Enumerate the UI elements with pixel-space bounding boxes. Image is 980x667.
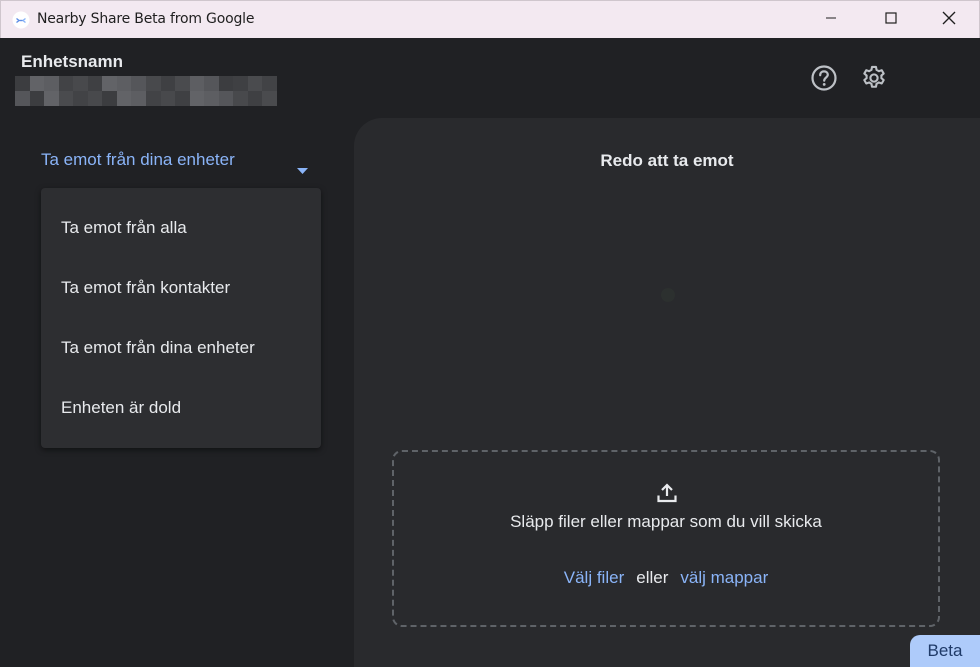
redaction-block — [15, 91, 30, 106]
receive-panel: Redo att ta emot Släpp filer eller mappa… — [354, 118, 980, 667]
redaction-block — [175, 76, 190, 91]
or-text: eller — [636, 568, 669, 587]
choose-files-link[interactable]: Välj filer — [564, 568, 624, 587]
receive-status: Redo att ta emot — [600, 151, 734, 170]
redaction-block — [44, 76, 59, 91]
visibility-dropdown[interactable]: Ta emot från dina enheter — [41, 150, 316, 176]
redaction-block — [73, 76, 88, 91]
redaction-block — [29, 91, 45, 106]
device-name-redacted — [15, 76, 277, 106]
main-area: Enhetsnamn Ta emot från dina enheter Ta … — [0, 38, 980, 667]
redaction-block — [262, 76, 277, 91]
window-title: Nearby Share Beta from Google — [37, 11, 255, 27]
redaction-block — [218, 76, 234, 91]
redaction-block — [160, 91, 176, 106]
redaction-block — [131, 76, 146, 91]
redaction-block — [116, 91, 132, 106]
title-bar: Nearby Share Beta from Google — [0, 0, 980, 38]
redaction-block — [175, 91, 190, 106]
beta-badge: Beta — [910, 635, 980, 667]
dropzone-text: Släpp filer eller mappar som du vill ski… — [510, 512, 822, 531]
redaction-block — [145, 91, 161, 106]
redaction-block — [102, 76, 117, 91]
redaction-block — [247, 91, 263, 106]
menu-item-everyone[interactable]: Ta emot från alla — [41, 198, 321, 258]
menu-item-hidden[interactable]: Enheten är dold — [41, 378, 321, 438]
redaction-block — [58, 91, 74, 106]
redaction-block — [262, 91, 277, 106]
close-button[interactable] — [926, 1, 972, 39]
settings-button[interactable] — [858, 64, 890, 96]
menu-item-label: Ta emot från alla — [61, 218, 187, 237]
nearby-share-icon — [12, 11, 30, 29]
redaction-block — [116, 76, 132, 91]
menu-item-label: Ta emot från dina enheter — [61, 338, 255, 357]
redaction-block — [189, 76, 205, 91]
minimize-icon — [825, 11, 837, 29]
help-button[interactable] — [808, 64, 840, 96]
file-dropzone[interactable]: Släpp filer eller mappar som du vill ski… — [392, 450, 940, 627]
redaction-block — [233, 76, 248, 91]
choose-row: Välj filer eller välj mappar — [394, 568, 938, 588]
redaction-block — [233, 91, 248, 106]
redaction-block — [15, 76, 30, 91]
redaction-block — [160, 76, 176, 91]
device-name-label: Enhetsnamn — [21, 52, 124, 71]
redaction-block — [44, 91, 59, 106]
visibility-selected-value: Ta emot från dina enheter — [41, 150, 235, 169]
choose-folders-link[interactable]: välj mappar — [680, 568, 768, 587]
redaction-block — [218, 91, 234, 106]
redaction-block — [145, 76, 161, 91]
redaction-block — [204, 76, 219, 91]
maximize-button[interactable] — [868, 1, 914, 39]
visibility-menu: Ta emot från alla Ta emot från kontakter… — [41, 188, 321, 448]
redaction-block — [131, 91, 146, 106]
menu-item-label: Ta emot från kontakter — [61, 278, 231, 297]
status-indicator — [661, 288, 675, 302]
minimize-button[interactable] — [808, 1, 854, 39]
redaction-block — [73, 91, 88, 106]
redaction-block — [204, 91, 219, 106]
redaction-block — [189, 91, 205, 106]
dropdown-caret-icon — [297, 159, 308, 179]
redaction-block — [87, 76, 103, 91]
gear-icon — [860, 64, 888, 97]
redaction-block — [247, 76, 263, 91]
redaction-block — [58, 76, 74, 91]
maximize-icon — [885, 11, 897, 29]
redaction-block — [87, 91, 103, 106]
redaction-block — [102, 91, 117, 106]
menu-item-label: Enheten är dold — [61, 398, 182, 417]
menu-item-your-devices[interactable]: Ta emot från dina enheter — [41, 318, 321, 378]
redaction-block — [29, 76, 45, 91]
menu-item-contacts[interactable]: Ta emot från kontakter — [41, 258, 321, 318]
close-icon — [942, 11, 956, 30]
upload-icon — [655, 481, 679, 510]
help-icon — [810, 64, 838, 97]
